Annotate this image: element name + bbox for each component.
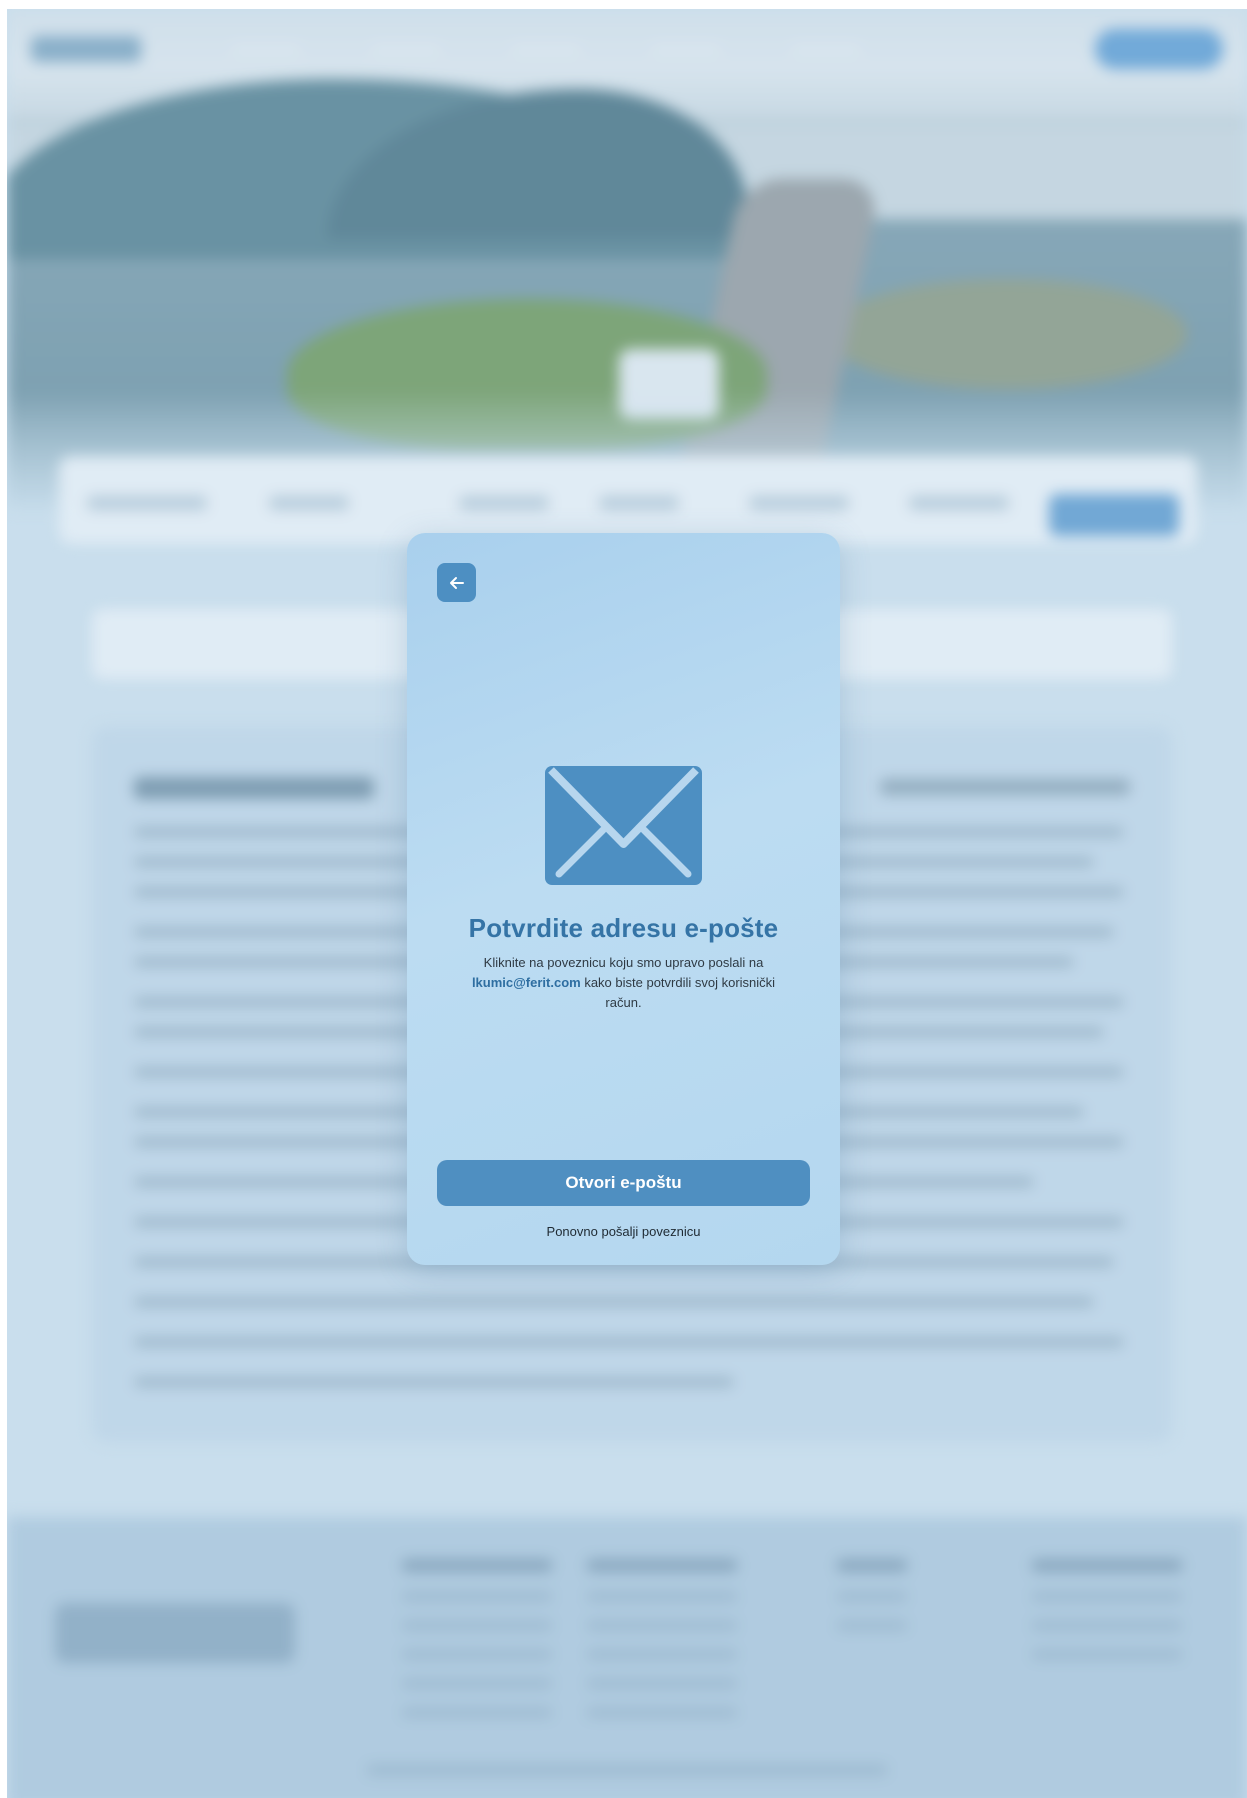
description-text-end: kako biste potvrdili svoj korisnički rač… (584, 975, 776, 1010)
modal-description: Kliknite na poveznicu koju smo upravo po… (471, 953, 776, 1013)
resend-link[interactable]: Ponovno pošalji poveznicu (407, 1224, 840, 1239)
description-text: Kliknite na poveznicu koju smo upravo po… (483, 955, 764, 970)
email-address: lkumic@ferit.com (471, 975, 581, 990)
email-verification-modal: Potvrdite adresu e-pošte Kliknite na pov… (407, 533, 840, 1265)
open-email-button[interactable]: Otvori e-poštu (437, 1160, 810, 1206)
back-button[interactable] (437, 563, 476, 602)
envelope-icon (545, 766, 702, 885)
modal-title: Potvrdite adresu e-pošte (468, 913, 779, 943)
arrow-left-icon (449, 576, 464, 589)
